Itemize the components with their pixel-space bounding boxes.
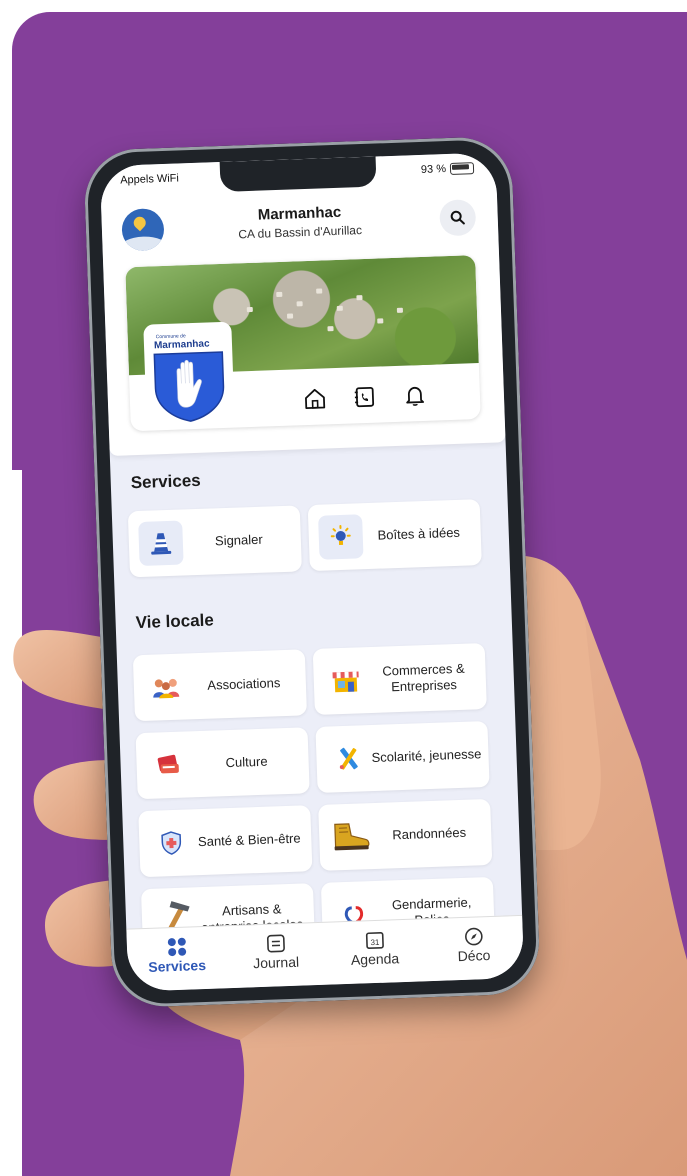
section-title-vie-locale: Vie locale <box>135 610 215 633</box>
battery-icon <box>449 162 475 175</box>
commune-crest: Commune de Marmanhac <box>143 321 235 429</box>
tab-agenda[interactable]: 31 Agenda <box>324 919 425 984</box>
shop-icon <box>323 658 369 704</box>
calendar-icon: 31 <box>364 929 385 952</box>
tab-journal[interactable]: Journal <box>225 923 326 988</box>
vie-card-sante[interactable]: Santé & Bien-être <box>138 805 313 878</box>
bell-icon[interactable] <box>402 383 427 408</box>
journal-icon <box>265 932 286 955</box>
service-card-signaler[interactable]: Signaler <box>127 505 302 578</box>
section-title-services: Services <box>130 470 202 493</box>
status-carrier: Appels WiFi <box>120 172 180 187</box>
school-supplies-icon <box>326 736 372 782</box>
health-shield-icon <box>149 820 195 866</box>
tab-label: Journal <box>252 953 300 972</box>
crest-name: Marmanhac <box>154 338 210 351</box>
vie-label: Associations <box>207 675 281 693</box>
commune-banner: Commune de Marmanhac <box>125 255 481 432</box>
traffic-cone-icon <box>138 520 184 567</box>
vie-label: Randonnées <box>392 824 467 843</box>
phone-notch <box>219 156 377 192</box>
service-card-boites-a-idees[interactable]: Boîtes à idées <box>307 499 482 572</box>
people-icon <box>143 664 189 710</box>
vie-card-culture[interactable]: Culture <box>135 727 310 800</box>
compass-icon <box>463 925 484 948</box>
service-label: Boîtes à idées <box>377 524 461 543</box>
vie-card-associations[interactable]: Associations <box>132 649 307 722</box>
tab-label: Services <box>148 956 207 975</box>
phonebook-icon[interactable] <box>353 385 378 410</box>
calendar-day: 31 <box>370 938 380 947</box>
status-battery-area: 93 % <box>420 162 475 176</box>
vie-label: Santé & Bien-être <box>197 830 301 850</box>
tab-label: Déco <box>457 947 491 965</box>
tab-label: Agenda <box>350 950 400 968</box>
banner-shortcuts <box>249 375 480 419</box>
vie-label: Scolarité, jeunesse <box>371 746 482 765</box>
vie-card-scolarite[interactable]: Scolarité, jeunesse <box>315 720 490 793</box>
vie-label: Culture <box>225 753 268 771</box>
tab-decouvrir[interactable]: Déco <box>423 916 524 981</box>
vie-card-commerces[interactable]: Commerces & Entreprises <box>312 643 487 715</box>
app-screen: Appels WiFi 93 % Marmanhac CA du Bassin … <box>99 152 525 992</box>
tab-services[interactable]: Services <box>126 926 227 991</box>
battery-percent: 93 % <box>420 163 447 176</box>
hiking-boot-icon <box>329 814 375 860</box>
search-icon <box>450 210 465 225</box>
vie-label: Commerces & Entreprises <box>382 660 465 695</box>
service-label: Signaler <box>214 531 263 549</box>
phone: Appels WiFi 93 % Marmanhac CA du Bassin … <box>83 135 541 1009</box>
lightbulb-icon <box>318 514 364 560</box>
books-icon <box>146 742 192 788</box>
grid-icon <box>166 936 187 959</box>
vie-card-randonnees[interactable]: Randonnées <box>318 798 493 871</box>
app-header: Appels WiFi 93 % Marmanhac CA du Bassin … <box>99 152 506 456</box>
home-icon[interactable] <box>303 386 328 411</box>
